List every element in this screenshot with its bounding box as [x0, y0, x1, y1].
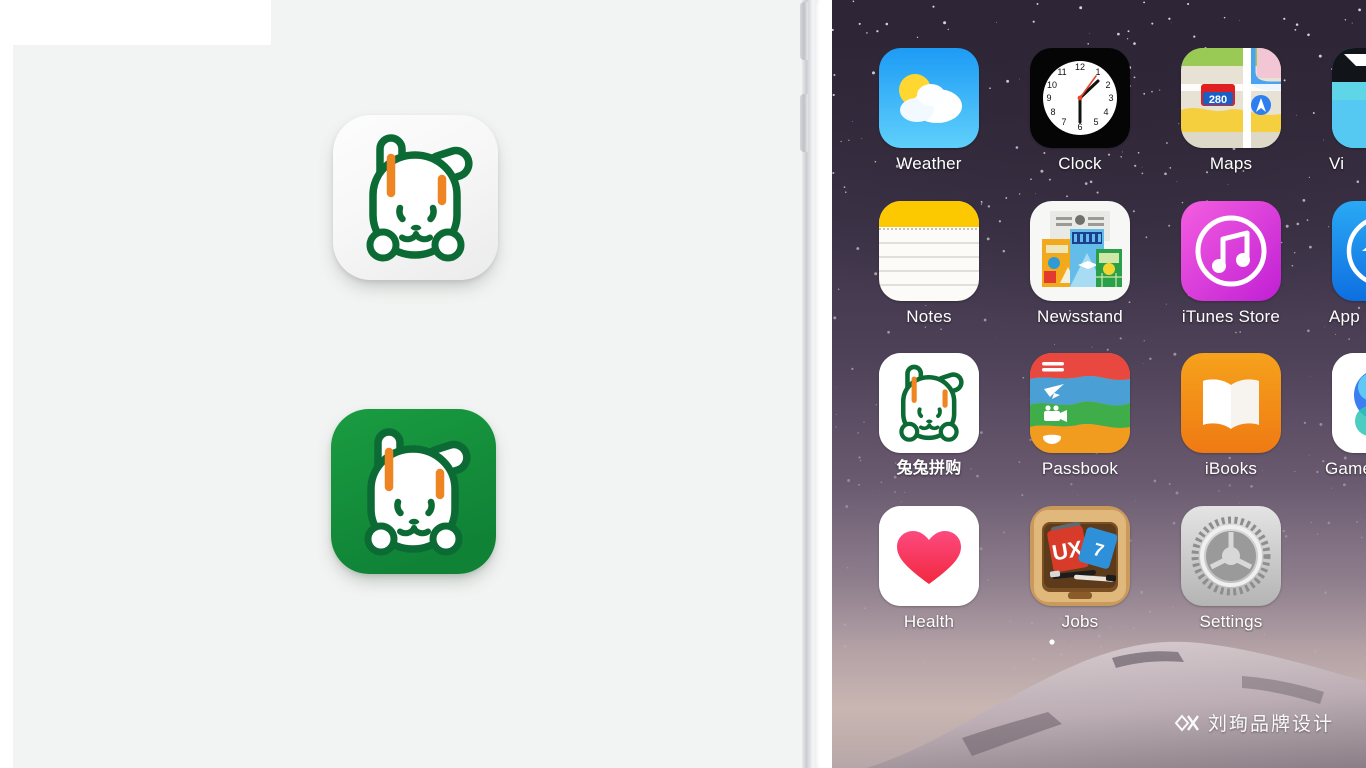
newsstand-icon: [1030, 201, 1130, 301]
maps-icon: 280: [1181, 48, 1281, 148]
app-cell-tutu-pingou[interactable]: 兔兔拼购: [862, 353, 996, 479]
app-label-itunes-store: iTunes Store: [1181, 307, 1281, 326]
ibooks-icon: [1181, 353, 1281, 453]
app-label-settings: Settings: [1199, 612, 1263, 631]
svg-text:3: 3: [1108, 93, 1113, 103]
tutu-pingou-icon: [879, 353, 979, 453]
app-cell-newsstand[interactable]: Newsstand: [1013, 201, 1147, 327]
panel-left-edge-strip: [0, 0, 13, 768]
jobs-icon: UX 7: [1030, 506, 1130, 606]
phone-screen: Messages Calendar Photos Ca: [832, 0, 1366, 768]
svg-text:12: 12: [1075, 62, 1085, 72]
app-label-tutu-pingou: 兔兔拼购: [896, 460, 962, 477]
light-app-icon-preview[interactable]: [333, 115, 498, 280]
app-label-videos: Vi: [1329, 154, 1345, 173]
watermark-text: 刘珣品牌设计: [1208, 714, 1335, 735]
app-label-weather: Weather: [896, 154, 962, 173]
green-app-icon-preview[interactable]: [331, 409, 496, 574]
app-label-jobs: Jobs: [1061, 612, 1099, 631]
app-label-maps: Maps: [1209, 154, 1253, 173]
watermark: 刘珣品牌设计: [1174, 709, 1334, 736]
jobs-tile-ux-label: UX: [1050, 536, 1085, 566]
rabbit-mascot-icon: [366, 134, 473, 262]
home-screen-app-grid: Messages Calendar Photos Ca: [832, 0, 1366, 768]
svg-text:5: 5: [1093, 117, 1098, 127]
svg-text:7: 7: [1061, 117, 1066, 127]
game-center-icon: [1332, 353, 1366, 453]
app-label-clock: Clock: [1058, 154, 1102, 173]
volume-down-button[interactable]: [800, 94, 808, 152]
app-label-game-center: Game: [1325, 459, 1366, 478]
app-cell-itunes-store[interactable]: iTunes Store: [1164, 201, 1298, 327]
health-icon: [879, 506, 979, 606]
rabbit-mascot-icon-green: [331, 409, 496, 574]
svg-text:8: 8: [1050, 107, 1055, 117]
app-label-newsstand: Newsstand: [1037, 307, 1123, 326]
app-cell-game-center[interactable]: Game: [1315, 353, 1366, 479]
app-label-app-store: App: [1329, 307, 1360, 326]
app-cell-passbook[interactable]: Passbook: [1013, 353, 1147, 479]
maps-shield-number: 280: [1209, 94, 1227, 106]
app-cell-notes[interactable]: Notes: [862, 201, 996, 327]
app-cell-maps[interactable]: 280 Maps: [1164, 48, 1298, 174]
app-label-notes: Notes: [906, 307, 952, 326]
itunes-store-icon: [1181, 201, 1281, 301]
videos-icon: [1332, 48, 1366, 148]
iphone-mockup: Messages Calendar Photos Ca: [798, 0, 1366, 768]
app-label-passbook: Passbook: [1041, 459, 1119, 478]
app-cell-jobs[interactable]: UX 7 Jobs: [1013, 506, 1147, 632]
app-store-icon: [1332, 201, 1366, 301]
app-cell-settings[interactable]: Settings: [1164, 506, 1298, 632]
app-cell-health[interactable]: Health: [862, 506, 996, 632]
app-cell-weather[interactable]: Weather: [862, 48, 996, 174]
diamond-x-icon: [1174, 713, 1199, 732]
notes-icon: [879, 201, 979, 301]
app-cell-app-store[interactable]: App: [1315, 201, 1366, 327]
app-cell-clock[interactable]: 12 1 23 45 67 89 10 11 Clock: [1013, 48, 1147, 174]
panel-top-white-block: [0, 0, 271, 45]
svg-text:9: 9: [1046, 93, 1051, 103]
app-label-ibooks: iBooks: [1204, 459, 1258, 478]
settings-icon: [1181, 506, 1281, 606]
app-label-health: Health: [903, 612, 955, 631]
clock-icon: 12 1 23 45 67 89 10 11: [1030, 48, 1130, 148]
volume-up-button[interactable]: [800, 2, 808, 60]
passbook-icon: [1030, 353, 1130, 453]
svg-text:11: 11: [1057, 67, 1066, 77]
app-cell-videos[interactable]: Vi: [1315, 48, 1366, 174]
app-cell-ibooks[interactable]: iBooks: [1164, 353, 1298, 479]
svg-text:10: 10: [1047, 80, 1057, 90]
svg-text:4: 4: [1103, 107, 1108, 117]
weather-icon: [879, 48, 979, 148]
icon-showcase-panel: [0, 0, 832, 768]
svg-text:2: 2: [1105, 80, 1110, 90]
